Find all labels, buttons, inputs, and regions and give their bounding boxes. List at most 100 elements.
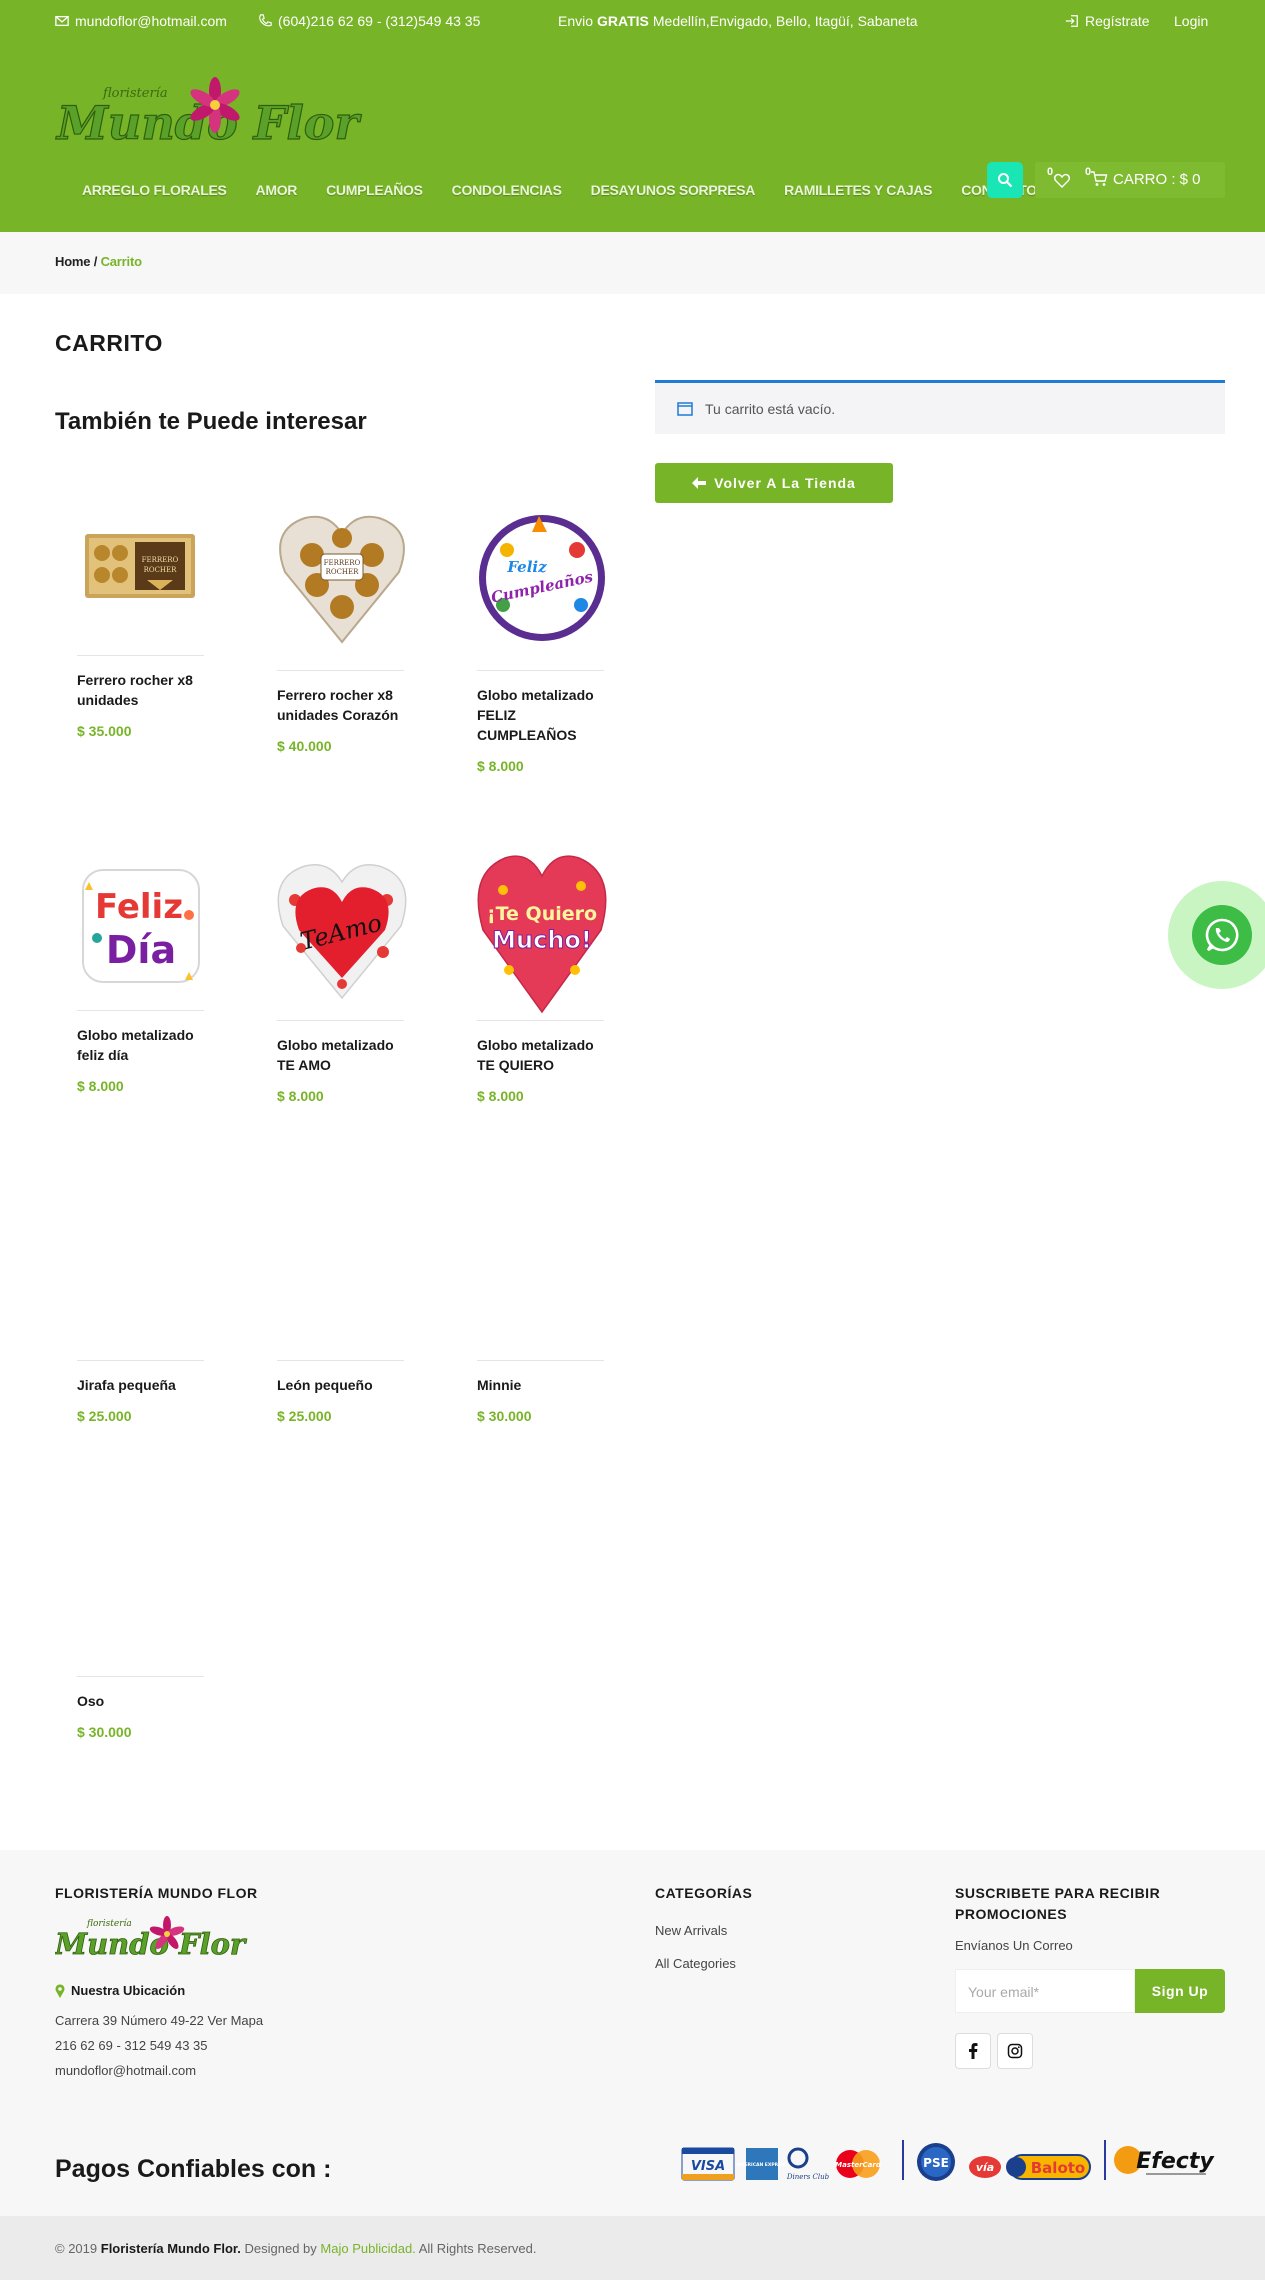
ferrero-box-label-1: FERRERO: [142, 556, 179, 564]
product-name[interactable]: Globo metalizado feliz día: [77, 1025, 212, 1065]
visa-text: VISA: [691, 2159, 725, 2174]
facebook-button[interactable]: [955, 2033, 991, 2069]
footer-category-new-arrivals[interactable]: New Arrivals: [655, 1923, 727, 1938]
baloto-logo: Baloto: [1006, 2154, 1091, 2180]
footer-logo-main-text: Mundo Flor: [55, 1927, 248, 1961]
login-link[interactable]: Login: [1174, 13, 1208, 29]
product-price: $ 30.000: [477, 1408, 532, 1424]
register-label: Regístrate: [1085, 13, 1150, 29]
envelope-icon: [55, 15, 69, 27]
location-heading: Nuestra Ubicación: [55, 1983, 185, 1998]
copyright-designed-by: Designed by: [244, 2241, 317, 2256]
divider: [77, 1676, 204, 1677]
amex-logo: AMERICAN EXPRESS: [737, 2148, 787, 2180]
efecty-logo: Efecty: [1114, 2146, 1215, 2175]
ferrero-heart-label-2: ROCHER: [326, 568, 360, 576]
register-link[interactable]: Regístrate: [1065, 13, 1150, 29]
topbar-email-text: mundoflor@hotmail.com: [75, 13, 227, 29]
product-price: $ 35.000: [77, 723, 132, 739]
related-section-title: También te Puede interesar: [55, 408, 367, 435]
signup-button[interactable]: Sign Up: [1135, 1969, 1225, 2013]
product-price: $ 40.000: [277, 738, 332, 754]
search-button[interactable]: [987, 162, 1023, 198]
back-to-shop-button[interactable]: Volver A La Tienda: [655, 463, 893, 503]
product-card[interactable]: FERRERO ROCHER Ferrero rocher x8 unidade…: [77, 500, 207, 750]
product-card[interactable]: TeAmo Globo metalizado TE AMO $ 8.000: [277, 860, 407, 1110]
cart-button[interactable]: 0 CARRO : $ 0: [1085, 166, 1201, 188]
shipping-prefix: Envio: [558, 13, 594, 29]
product-name[interactable]: Globo metalizado FELIZ CUMPLEAÑOS: [477, 685, 612, 745]
product-image-ferrero-heart[interactable]: FERRERO ROCHER: [277, 510, 407, 644]
site-logo[interactable]: floristería Mundo Flor: [54, 67, 375, 167]
product-name[interactable]: Globo metalizado TE AMO: [277, 1035, 412, 1075]
product-image-balloon-cumpleanos[interactable]: Feliz Cumpleaños: [477, 510, 607, 641]
footer-address[interactable]: Carrera 39 Número 49-22 Ver Mapa: [55, 2013, 263, 2028]
shipping-cities: Medellín,Envigado, Bello, Itagüí, Sabane…: [652, 13, 918, 29]
product-name[interactable]: Ferrero rocher x8 unidades: [77, 670, 212, 710]
nav-item-arreglo-florales[interactable]: ARREGLO FLORALES: [82, 182, 227, 198]
divider: [77, 1010, 204, 1011]
product-card[interactable]: Minnie $ 30.000: [477, 1190, 607, 1430]
product-price: $ 8.000: [77, 1078, 124, 1094]
via-logo: vía: [969, 2156, 1001, 2178]
cart-total-label: CARRO : $ 0: [1113, 170, 1201, 188]
topbar-phone[interactable]: (604)216 62 69 - (312)549 43 35: [258, 13, 480, 29]
nav-item-desayunos-sorpresa[interactable]: DESAYUNOS SORPRESA: [591, 182, 756, 198]
product-name[interactable]: Jirafa pequeña: [77, 1375, 212, 1395]
product-card[interactable]: Feliz Cumpleaños Globo metalizado FELIZ …: [477, 510, 607, 780]
ferrero-box-label-2: ROCHER: [144, 566, 178, 574]
product-card[interactable]: FERRERO ROCHER Ferrero rocher x8 unidade…: [277, 510, 407, 760]
shipping-bold: GRATIS: [597, 13, 649, 29]
product-name[interactable]: Globo metalizado TE QUIERO: [477, 1035, 612, 1075]
footer-logo[interactable]: floristería Mundo Flor: [54, 1910, 265, 1975]
payment-logos: VISA AMERICAN EXPRESS Diners Club Master…: [680, 2135, 1225, 2185]
top-bar: mundoflor@hotmail.com (604)216 62 69 - (…: [0, 0, 1265, 42]
heart-icon: [1054, 173, 1070, 188]
header-cart-area: 0 0 CARRO : $ 0: [1035, 162, 1225, 198]
product-name[interactable]: Oso: [77, 1691, 212, 1711]
product-card[interactable]: Oso $ 30.000: [77, 1506, 207, 1746]
product-card[interactable]: Jirafa pequeña $ 25.000: [77, 1190, 207, 1430]
product-image-ferrero-box[interactable]: FERRERO ROCHER: [77, 500, 207, 630]
payment-divider: [902, 2140, 904, 2180]
product-image-balloon-te-amo[interactable]: TeAmo: [277, 860, 407, 1000]
nav-item-ramilletes-y-cajas[interactable]: RAMILLETES Y CAJAS: [784, 182, 932, 198]
topbar-email[interactable]: mundoflor@hotmail.com: [55, 13, 227, 29]
login-label: Login: [1174, 13, 1209, 29]
nav-item-condolencias[interactable]: CONDOLENCIAS: [452, 182, 562, 198]
breadcrumb-home[interactable]: Home: [55, 254, 91, 269]
diners-logo: Diners Club: [786, 2147, 830, 2181]
product-image-balloon-feliz-dia[interactable]: Feliz Día: [77, 860, 207, 990]
footer-phones: 216 62 69 - 312 549 43 35: [55, 2038, 208, 2053]
product-name[interactable]: Minnie: [477, 1375, 612, 1395]
newsletter-email-input[interactable]: Your email*: [955, 1969, 1135, 2013]
instagram-button[interactable]: [997, 2033, 1033, 2069]
footer-category-all[interactable]: All Categories: [655, 1956, 736, 1971]
wishlist-button[interactable]: 0: [1047, 166, 1071, 194]
page-title: CARRITO: [55, 330, 163, 356]
product-price: $ 25.000: [277, 1408, 332, 1424]
product-image-balloon-te-quiero[interactable]: ¡Te Quiero Mucho!: [477, 850, 607, 1014]
copyright-rights: All Rights Reserved.: [418, 2241, 537, 2256]
balloon-cumple-text-1: Feliz: [506, 558, 547, 576]
sign-in-icon: [1065, 15, 1078, 27]
wishlist-count: 0: [1047, 166, 1054, 178]
nav-item-amor[interactable]: AMOR: [256, 182, 298, 198]
nav-item-cumpleanos[interactable]: CUMPLEAÑOS: [326, 182, 423, 198]
designer-link[interactable]: Majo Publicidad.: [320, 2241, 415, 2256]
cart-icon: [1091, 171, 1108, 186]
mastercard-logo: MasterCard: [835, 2150, 882, 2178]
product-card[interactable]: Feliz Día Globo metalizado feliz día $ 8…: [77, 860, 207, 1110]
divider: [277, 1360, 404, 1361]
product-name[interactable]: León pequeño: [277, 1375, 412, 1395]
divider: [477, 1360, 604, 1361]
product-card[interactable]: León pequeño $ 25.000: [277, 1190, 407, 1430]
balloon-feliz-text-2: Día: [106, 928, 176, 972]
product-card[interactable]: ¡Te Quiero Mucho! Globo metalizado TE QU…: [477, 850, 607, 1110]
footer-email[interactable]: mundoflor@hotmail.com: [55, 2063, 196, 2078]
whatsapp-float-button[interactable]: [1168, 881, 1265, 989]
pse-logo: PSE: [917, 2143, 955, 2181]
copyright-year: © 2019: [55, 2241, 98, 2256]
product-name[interactable]: Ferrero rocher x8 unidades Corazón: [277, 685, 412, 725]
divider: [277, 670, 404, 671]
